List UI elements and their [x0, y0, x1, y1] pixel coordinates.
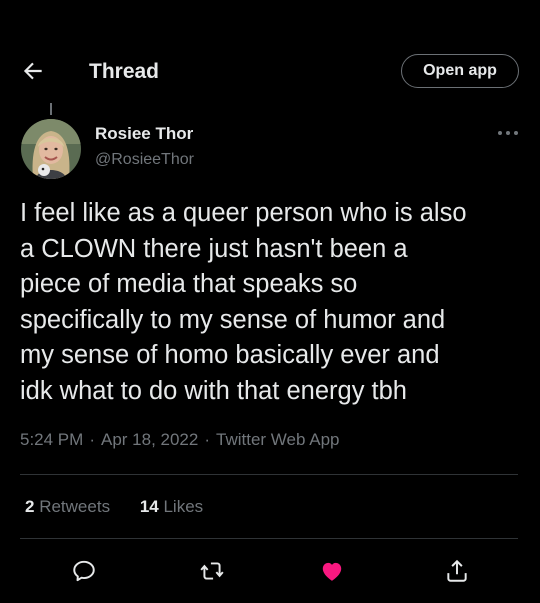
tweet-line: specifically to my sense of humor and	[20, 305, 446, 334]
thread-connector-line	[50, 103, 52, 115]
tweet-text: I feel like as a queer person who is als…	[20, 196, 530, 409]
tweet-time[interactable]: 5:24 PM	[20, 430, 83, 449]
author-handle[interactable]: @RosieeThor	[95, 151, 194, 169]
avatar[interactable]	[21, 119, 81, 179]
likes-label: Likes	[163, 497, 204, 516]
more-icon[interactable]	[496, 127, 520, 139]
tweet-stats: 2 Retweets 14 Likes	[25, 497, 228, 517]
meta-separator: ·	[204, 430, 211, 449]
tweet-meta: 5:24 PM · Apr 18, 2022 · Twitter Web App	[20, 430, 339, 450]
open-app-button[interactable]: Open app	[401, 54, 519, 88]
retweets-label: Retweets	[39, 497, 111, 516]
tweet-date[interactable]: Apr 18, 2022	[101, 430, 198, 449]
tweet-line: my sense of homo basically ever and	[20, 341, 440, 369]
reply-icon[interactable]	[71, 558, 97, 584]
thread-header: Thread Open app	[0, 0, 540, 110]
page-title: Thread	[89, 60, 160, 83]
tweet-line: I feel like as a queer person who is als…	[20, 199, 467, 227]
likes-count: 14	[139, 497, 159, 516]
share-icon[interactable]	[444, 558, 470, 584]
tweet-source[interactable]: Twitter Web App	[216, 430, 339, 449]
heart-icon[interactable]	[319, 558, 345, 584]
author-name[interactable]: Rosiee Thor	[95, 124, 193, 144]
meta-separator: ·	[89, 430, 95, 449]
divider	[20, 538, 518, 539]
tweet-line: piece of media that speaks so	[20, 270, 358, 298]
retweets-count: 2	[25, 497, 35, 516]
retweets-stat[interactable]: 2 Retweets	[25, 497, 110, 517]
likes-stat[interactable]: 14 Likes	[140, 497, 203, 517]
tweet-line: a CLOWN there just hasn't been a	[20, 234, 408, 263]
divider	[20, 474, 518, 475]
tweet-line: idk what to do with that energy tbh	[20, 376, 407, 405]
retweet-icon[interactable]	[199, 558, 225, 584]
back-arrow-icon[interactable]	[20, 58, 46, 84]
avatar-image	[21, 119, 81, 179]
